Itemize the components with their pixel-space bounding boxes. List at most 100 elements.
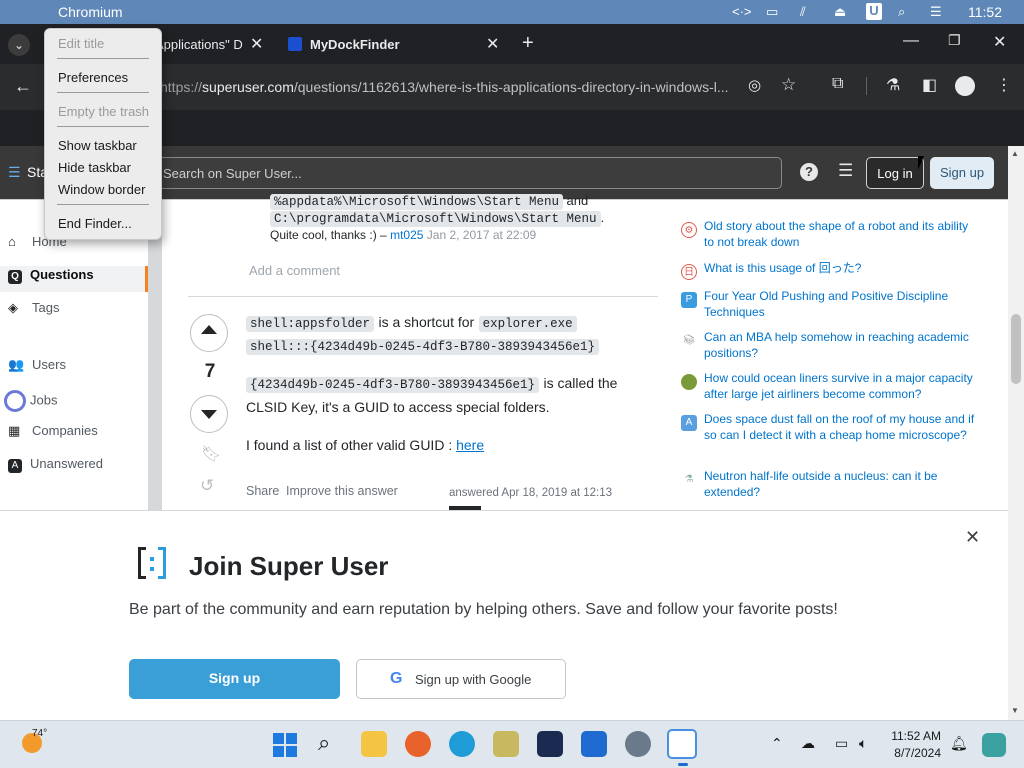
hot-question-link[interactable]: Does space dust fall on the roof of my h… xyxy=(704,412,980,443)
nav-companies[interactable]: ▦ Companies xyxy=(8,423,98,439)
building-icon: ▦ xyxy=(8,423,21,438)
menu-separator xyxy=(57,204,149,205)
app-icon[interactable] xyxy=(493,731,519,757)
display-icon[interactable]: ▭ xyxy=(766,4,778,20)
network-icon[interactable]: ▭ xyxy=(835,735,848,752)
minimize-icon[interactable]: — xyxy=(903,32,919,50)
address-bar[interactable]: https://superuser.com/questions/1162613/… xyxy=(150,72,810,102)
signup-google-button[interactable]: G Sign up with Google xyxy=(356,659,566,699)
hot-question-link[interactable]: Can an MBA help somehow in reaching acad… xyxy=(704,330,980,361)
logo-bracket xyxy=(158,547,166,579)
nav-label: Companies xyxy=(32,423,98,438)
close-banner-icon[interactable]: ✕ xyxy=(965,527,980,548)
win-tile xyxy=(273,733,284,744)
comment-author-link[interactable]: mt025 xyxy=(390,228,423,242)
scroll-up-icon[interactable]: ▲ xyxy=(1011,149,1019,158)
search-taskbar-icon[interactable]: ⌕ xyxy=(318,730,330,756)
hot-question-link[interactable]: Four Year Old Pushing and Positive Disci… xyxy=(704,289,980,320)
file-explorer-icon[interactable] xyxy=(361,731,387,757)
nav-users[interactable]: 👥 Users xyxy=(8,357,66,373)
win-tile xyxy=(286,746,297,757)
nav-jobs[interactable]: Jobs xyxy=(4,390,57,412)
nav-tags[interactable]: ◈ Tags xyxy=(8,300,59,316)
share-link[interactable]: Share xyxy=(246,484,279,498)
close-window-icon[interactable]: ✕ xyxy=(993,32,1006,52)
comment-date[interactable]: Jan 2, 2017 at 22:09 xyxy=(427,228,536,242)
close-tab-icon[interactable]: ✕ xyxy=(250,34,263,54)
star-icon[interactable]: ☆ xyxy=(781,75,796,95)
downvote-button[interactable] xyxy=(190,395,228,433)
nav-questions[interactable]: Q Questions xyxy=(0,266,148,292)
history-icon[interactable]: ↺ xyxy=(200,476,214,496)
improve-answer-link[interactable]: Improve this answer xyxy=(286,484,398,498)
back-icon[interactable]: ← xyxy=(14,76,32,97)
eye-off-icon[interactable]: ◎ xyxy=(748,76,761,94)
firefox-icon[interactable] xyxy=(405,731,431,757)
scroll-down-icon[interactable]: ▼ xyxy=(1011,706,1019,715)
search-icon[interactable]: ⌕ xyxy=(898,4,905,20)
code-icon[interactable]: <·> xyxy=(732,4,752,19)
hot-question-link[interactable]: Neutron half-life outside a nucleus: can… xyxy=(704,469,980,500)
store-icon[interactable] xyxy=(581,731,607,757)
site-switcher-icon[interactable]: ☰ xyxy=(838,161,853,181)
copilot-icon[interactable] xyxy=(982,733,1006,757)
home-icon: ⌂ xyxy=(8,234,16,249)
maximize-icon[interactable]: ❐ xyxy=(948,32,961,49)
menu-item-end-finder[interactable]: End Finder... xyxy=(58,216,132,231)
windows-start-icon[interactable] xyxy=(273,733,297,757)
tab-search-icon[interactable]: ⌄ xyxy=(8,34,30,56)
bookmark-icon[interactable]: 🔖︎ xyxy=(201,444,221,464)
hot-question-link[interactable]: What is this usage of 回った? xyxy=(704,261,980,277)
menu-icon[interactable]: ⋮ xyxy=(996,75,1012,95)
signup-button-header[interactable]: Sign up xyxy=(930,157,994,189)
tab-favicon xyxy=(288,37,302,51)
u-icon[interactable]: U xyxy=(866,3,882,20)
comment-text: Quite cool, thanks :) – xyxy=(270,228,387,242)
tab-mydockfinder[interactable]: MyDockFinder ✕ xyxy=(280,24,512,64)
guid-list-link[interactable]: here xyxy=(456,437,484,453)
close-tab-icon[interactable]: ✕ xyxy=(486,34,499,54)
signup-button[interactable]: Sign up xyxy=(129,659,340,699)
nav-unanswered[interactable]: A Unanswered xyxy=(8,456,103,473)
join-title: Join Super User xyxy=(189,551,389,581)
wifi-off-icon[interactable]: ⫽ xyxy=(800,4,806,20)
menu-item-show-taskbar[interactable]: Show taskbar xyxy=(58,138,137,153)
side-panel-icon[interactable]: ◧ xyxy=(922,75,937,95)
new-tab-icon[interactable]: + xyxy=(522,32,534,55)
upvote-button[interactable] xyxy=(190,314,228,352)
labs-icon[interactable]: ⚗ xyxy=(886,75,900,95)
volume-icon[interactable]: 🔈︎ xyxy=(859,735,867,752)
hot-question-link[interactable]: Old story about the shape of a robot and… xyxy=(704,219,980,250)
taskbar-date[interactable]: 8/7/2024 xyxy=(887,746,941,760)
notification-bell-icon[interactable]: 🔔︎ xyxy=(950,735,968,752)
scrollbar-thumb[interactable] xyxy=(1011,314,1021,384)
left-nav: ⌂ Home Q Questions ◈ Tags 👥 Users Jobs ▦ Comp… xyxy=(0,200,148,510)
eject-icon[interactable]: ⏏ xyxy=(834,4,846,20)
menu-item-window-border[interactable]: Window border xyxy=(58,182,145,197)
help-icon[interactable]: ? xyxy=(800,163,818,181)
app-name[interactable]: Chromium xyxy=(58,4,123,20)
settings-icon[interactable] xyxy=(625,731,651,757)
menu-item-preferences[interactable]: Preferences xyxy=(58,70,128,85)
hq-site-icon: A xyxy=(681,415,697,431)
hq-site-icon: ⚙ xyxy=(681,222,697,238)
app-icon[interactable] xyxy=(537,731,563,757)
tray-chevron-icon[interactable]: ⌃ xyxy=(771,735,783,752)
hot-question-link[interactable]: How could ocean liners survive in a majo… xyxy=(704,371,980,402)
menu-item-hide-taskbar[interactable]: Hide taskbar xyxy=(58,160,131,175)
add-comment-link[interactable]: Add a comment xyxy=(249,263,340,278)
login-button[interactable]: Log in xyxy=(866,157,924,189)
edge-icon[interactable] xyxy=(449,731,475,757)
chromium-icon[interactable] xyxy=(667,729,697,759)
hq-site-icon: 📚︎ xyxy=(681,333,697,349)
page-scrollbar[interactable]: ▲ ▼ xyxy=(1008,146,1024,720)
taskbar-time[interactable]: 11:52 AM xyxy=(887,729,941,743)
hamburger-icon[interactable]: ☰ xyxy=(8,164,21,181)
tab-applications[interactable]: Applications" D ✕ xyxy=(155,24,273,64)
profile-avatar-icon[interactable] xyxy=(955,76,975,96)
control-center-icon[interactable]: ☰ xyxy=(930,4,942,20)
cloud-icon[interactable]: ☁ xyxy=(801,735,815,752)
extensions-icon[interactable]: ⧉ xyxy=(832,75,843,93)
hq-site-icon: ⚗ xyxy=(681,472,697,488)
search-input[interactable]: Search on Super User... xyxy=(152,157,782,189)
